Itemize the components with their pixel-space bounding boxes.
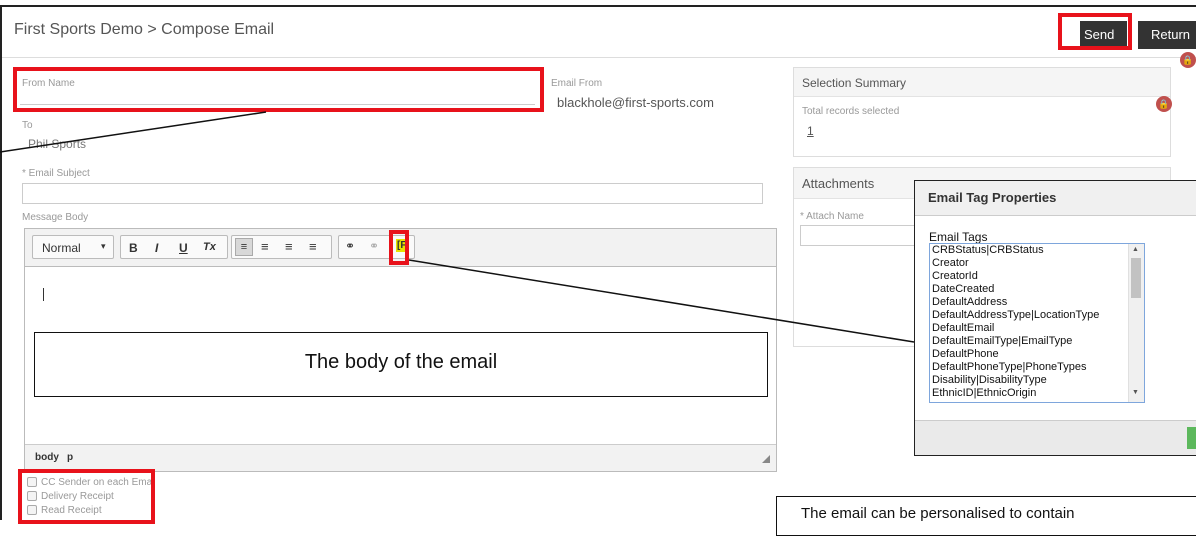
tag-button-pointer-line	[408, 259, 915, 343]
from-name-pointer-line	[0, 111, 267, 153]
callout-lines	[0, 111, 915, 343]
